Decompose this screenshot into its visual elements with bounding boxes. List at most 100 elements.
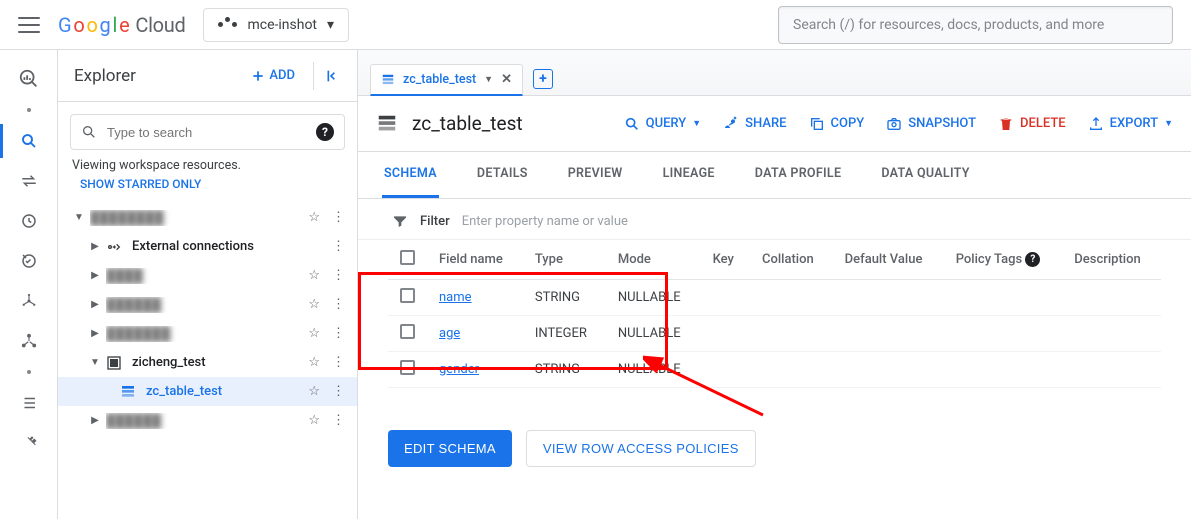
help-icon[interactable]: ? [1025,252,1040,267]
tab-details[interactable]: DETAILS [475,152,530,198]
row-check[interactable] [388,316,427,352]
query-button[interactable]: QUERY▼ [624,116,702,132]
tree-dataset[interactable]: ▶ ███████ ☆ ⋮ [58,319,357,348]
editor-tabs: zc_table_test ▼ ✕ + [358,50,1191,96]
kebab-icon[interactable]: ⋮ [328,413,349,428]
delete-button[interactable]: DELETE [998,116,1066,132]
bi-engine-icon[interactable] [18,290,40,312]
tab-schema[interactable]: SCHEMA [382,152,439,198]
star-icon[interactable]: ☆ [304,297,324,312]
chevron-right-icon: ▶ [88,241,102,252]
kebab-icon[interactable]: ⋮ [328,268,349,283]
kebab-icon[interactable]: ⋮ [328,384,349,399]
add-button[interactable]: ADD [241,68,305,83]
tree-dataset[interactable]: ▶ ████ ☆ ⋮ [58,261,357,290]
table-row[interactable]: ageINTEGERNULLABLE [388,316,1161,352]
show-starred-link[interactable]: SHOW STARRED ONLY [58,173,357,201]
scheduled-icon[interactable] [18,210,40,232]
close-tab-icon[interactable]: ✕ [501,72,512,87]
external-conn-icon [106,239,122,255]
tree-table-zc[interactable]: zc_table_test ☆ ⋮ [58,377,357,406]
col-type[interactable]: Type [523,240,606,280]
tree-ext-conn[interactable]: ▶ External connections ⋮ [58,232,357,261]
col-description[interactable]: Description [1062,240,1161,280]
field-name-cell[interactable]: gender [427,352,523,388]
table-icon [376,113,398,135]
kebab-icon[interactable]: ⋮ [328,297,349,312]
transfers-icon[interactable] [18,170,40,192]
project-icon [218,22,237,27]
kebab-icon[interactable]: ⋮ [328,326,349,341]
nodes-icon[interactable] [18,330,40,352]
search-nav-icon[interactable] [18,130,40,152]
chevron-down-icon: ▼ [88,357,102,368]
rail-dot [27,108,31,112]
global-search[interactable]: Search (/) for resources, docs, products… [778,6,1173,44]
col-policy[interactable]: Policy Tags ? [944,240,1063,280]
tree-dataset[interactable]: ▶ ██████ ☆ ⋮ [58,406,357,435]
chevron-right-icon: ▶ [88,328,102,339]
mode-cell: NULLABLE [606,280,701,316]
project-selector[interactable]: mce-inshot ▾ [203,8,349,42]
snapshot-button[interactable]: SNAPSHOT [886,116,976,132]
project-name: mce-inshot [247,17,317,33]
explorer-search[interactable]: ? [70,114,345,150]
table-row[interactable]: genderSTRINGNULLABLE [388,352,1161,388]
chevron-right-icon: ▶ [88,415,102,426]
star-icon[interactable]: ☆ [304,326,324,341]
tree-dataset-zicheng[interactable]: ▼ zicheng_test ☆ ⋮ [58,348,357,377]
export-button[interactable]: EXPORT▼ [1088,116,1173,132]
star-icon[interactable]: ☆ [304,413,324,428]
capacity-icon[interactable] [18,250,40,272]
tab-dropdown-icon[interactable]: ▼ [484,74,493,85]
share-button[interactable]: SHARE [723,116,786,132]
tab-data-quality[interactable]: DATA QUALITY [879,152,971,198]
collapse-panel-icon[interactable] [313,62,341,90]
kebab-icon[interactable]: ⋮ [328,210,349,225]
view-row-policies-button[interactable]: VIEW ROW ACCESS POLICIES [526,430,756,467]
col-key[interactable]: Key [701,240,750,280]
star-icon[interactable]: ☆ [304,384,324,399]
field-name-cell[interactable]: age [427,316,523,352]
star-icon[interactable]: ☆ [304,355,324,370]
kebab-icon[interactable]: ⋮ [328,355,349,370]
table-row[interactable]: nameSTRINGNULLABLE [388,280,1161,316]
bigquery-icon[interactable] [18,68,40,90]
tab-lineage[interactable]: LINEAGE [661,152,717,198]
schema-table: Field name Type Mode Key Collation Defau… [388,240,1161,388]
edit-schema-button[interactable]: EDIT SCHEMA [388,430,512,467]
field-name-cell[interactable]: name [427,280,523,316]
mode-cell: NULLABLE [606,352,701,388]
copy-button[interactable]: COPY [809,116,865,132]
explorer-search-input[interactable] [105,124,308,141]
google-cloud-logo[interactable]: Google Cloud [58,13,185,37]
tab-preview[interactable]: PREVIEW [566,152,625,198]
tree-dataset[interactable]: ▶ ██████ ☆ ⋮ [58,290,357,319]
col-field-name[interactable]: Field name [427,240,523,280]
col-collation[interactable]: Collation [750,240,833,280]
row-check[interactable] [388,280,427,316]
type-cell: INTEGER [523,316,606,352]
help-icon[interactable]: ? [316,123,334,141]
filter-input[interactable]: Enter property name or value [462,214,628,229]
star-icon[interactable]: ☆ [304,268,324,283]
table-header-row: Field name Type Mode Key Collation Defau… [388,240,1161,280]
star-icon[interactable]: ☆ [304,210,324,225]
list-icon[interactable] [18,392,40,414]
col-check[interactable] [388,240,427,280]
row-check[interactable] [388,352,427,388]
ext-conn-label: External connections [132,239,324,254]
tree-project[interactable]: ▼ ████████ ☆ ⋮ [58,203,357,232]
table-icon [120,384,136,400]
tab-data-profile[interactable]: DATA PROFILE [753,152,844,198]
main-panel: zc_table_test ▼ ✕ + zc_table_test QUERY▼… [358,50,1191,519]
new-tab-button[interactable]: + [533,69,553,89]
viewing-text: Viewing workspace resources. [58,158,357,173]
search-icon [81,124,97,140]
col-mode[interactable]: Mode [606,240,701,280]
col-default[interactable]: Default Value [833,240,944,280]
settings-icon[interactable] [18,432,40,454]
hamburger-menu[interactable] [18,14,40,36]
kebab-icon[interactable]: ⋮ [328,239,349,254]
tab-zc-table[interactable]: zc_table_test ▼ ✕ [370,64,523,96]
